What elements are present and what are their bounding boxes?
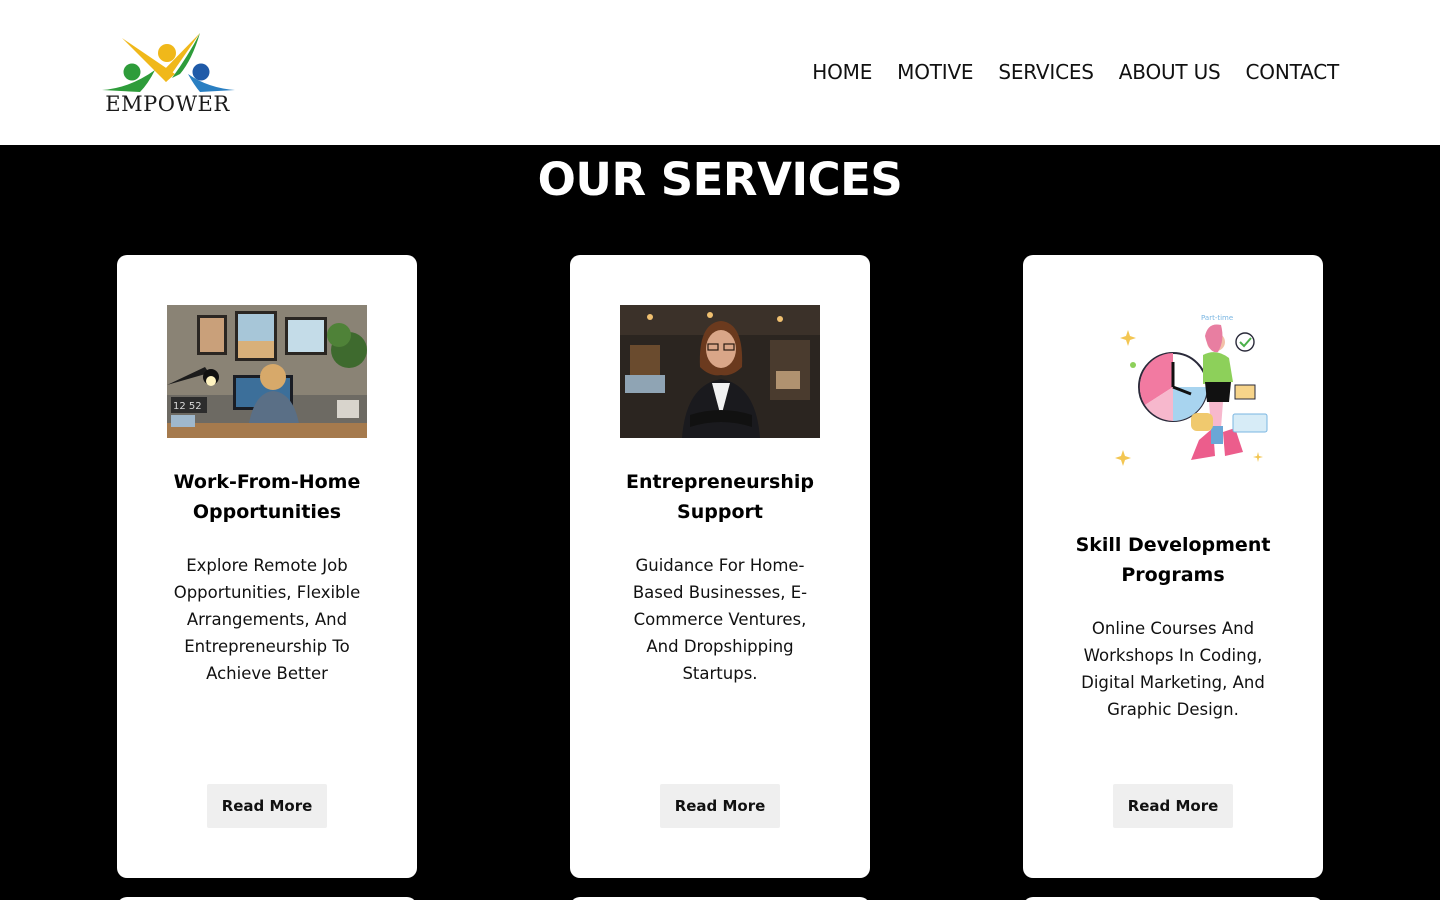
main-nav: HOME MOTIVE SERVICES ABOUT US CONTACT <box>787 58 1339 86</box>
logo-figures-icon <box>102 33 235 92</box>
empower-logo[interactable]: EMPOWER <box>100 30 235 118</box>
service-card-entrepreneurship: Entrepreneurship Support Guidance For Ho… <box>570 255 870 878</box>
service-card-skill-development: Part-time Skill Development Programs Onl… <box>1023 255 1323 878</box>
site-header: EMPOWER HOME MOTIVE SERVICES ABOUT US CO… <box>0 0 1440 145</box>
nav-motive[interactable]: MOTIVE <box>897 58 973 86</box>
part-time-illustration: Part-time <box>1073 310 1273 495</box>
read-more-button[interactable]: Read More <box>207 784 327 828</box>
logo-text: EMPOWER <box>105 92 230 116</box>
read-more-button[interactable]: Read More <box>660 784 780 828</box>
read-more-button[interactable]: Read More <box>1113 784 1233 828</box>
nav-home[interactable]: HOME <box>812 58 872 86</box>
clock-readout: 12 52 <box>173 401 202 412</box>
card-title: Entrepreneurship Support <box>626 471 814 523</box>
home-office-photo: 12 52 <box>167 305 367 438</box>
card-title: Skill Development Programs <box>1075 534 1271 586</box>
service-card-work-from-home: 12 52 Work-From-Home Opportunities Explo… <box>117 255 417 878</box>
part-time-label: Part-time <box>1201 314 1233 322</box>
card-description: Guidance For Home-Based Businesses, E-Co… <box>632 556 808 683</box>
card-description: Explore Remote Job Opportunities, Flexib… <box>173 556 361 683</box>
card-title: Work-From-Home Opportunities <box>173 471 361 523</box>
nav-services[interactable]: SERVICES <box>998 58 1094 86</box>
section-title: OUR SERVICES <box>537 153 903 206</box>
nav-contact[interactable]: CONTACT <box>1246 58 1340 86</box>
card-description: Online Courses And Workshops In Coding, … <box>1081 619 1265 719</box>
nav-about-us[interactable]: ABOUT US <box>1119 58 1221 86</box>
businesswoman-photo <box>620 305 820 438</box>
